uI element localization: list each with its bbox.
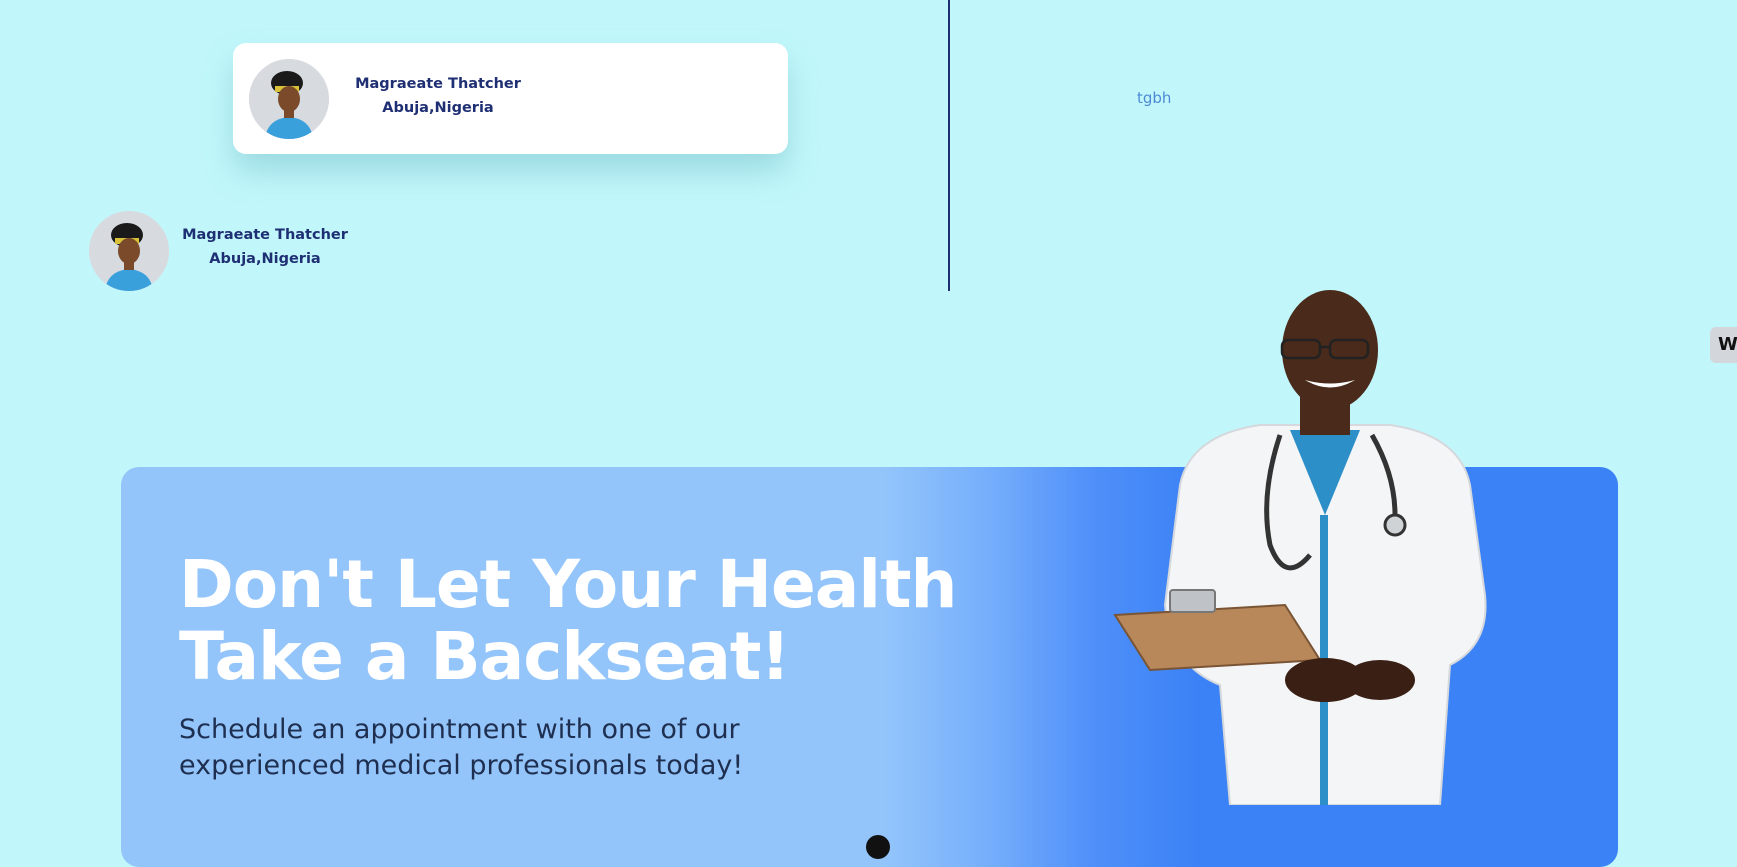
profile-location: Abuja,Nigeria xyxy=(209,251,321,267)
avatar xyxy=(249,59,329,139)
hero-title: Don't Let Your Health Take a Backseat! xyxy=(179,546,957,695)
hero-title-line: Take a Backseat! xyxy=(179,618,791,695)
profile-identity: Magraeate Thatcher Abuja,Nigeria xyxy=(175,223,355,271)
profile-name: Magraeate Thatcher xyxy=(355,76,521,92)
side-text: tgbh xyxy=(1137,89,1172,107)
testimonial-card: Magraeate Thatcher Abuja,Nigeria xyxy=(233,43,788,154)
profile-identity: Magraeate Thatcher Abuja,Nigeria xyxy=(348,72,528,120)
doctor-image xyxy=(1113,290,1487,805)
hero-subtitle: Schedule an appointment with one of our … xyxy=(179,712,819,784)
profile-location: Abuja,Nigeria xyxy=(382,100,494,116)
hero-title-line: Don't Let Your Health xyxy=(179,546,957,623)
vertical-divider xyxy=(948,0,950,291)
avatar xyxy=(89,211,169,291)
hero-subtitle-line: experienced medical professionals today! xyxy=(179,750,744,781)
profile-name: Magraeate Thatcher xyxy=(182,227,348,243)
hero-subtitle-line: Schedule an appointment with one of our xyxy=(179,714,740,745)
edge-tab[interactable]: W xyxy=(1710,327,1737,363)
